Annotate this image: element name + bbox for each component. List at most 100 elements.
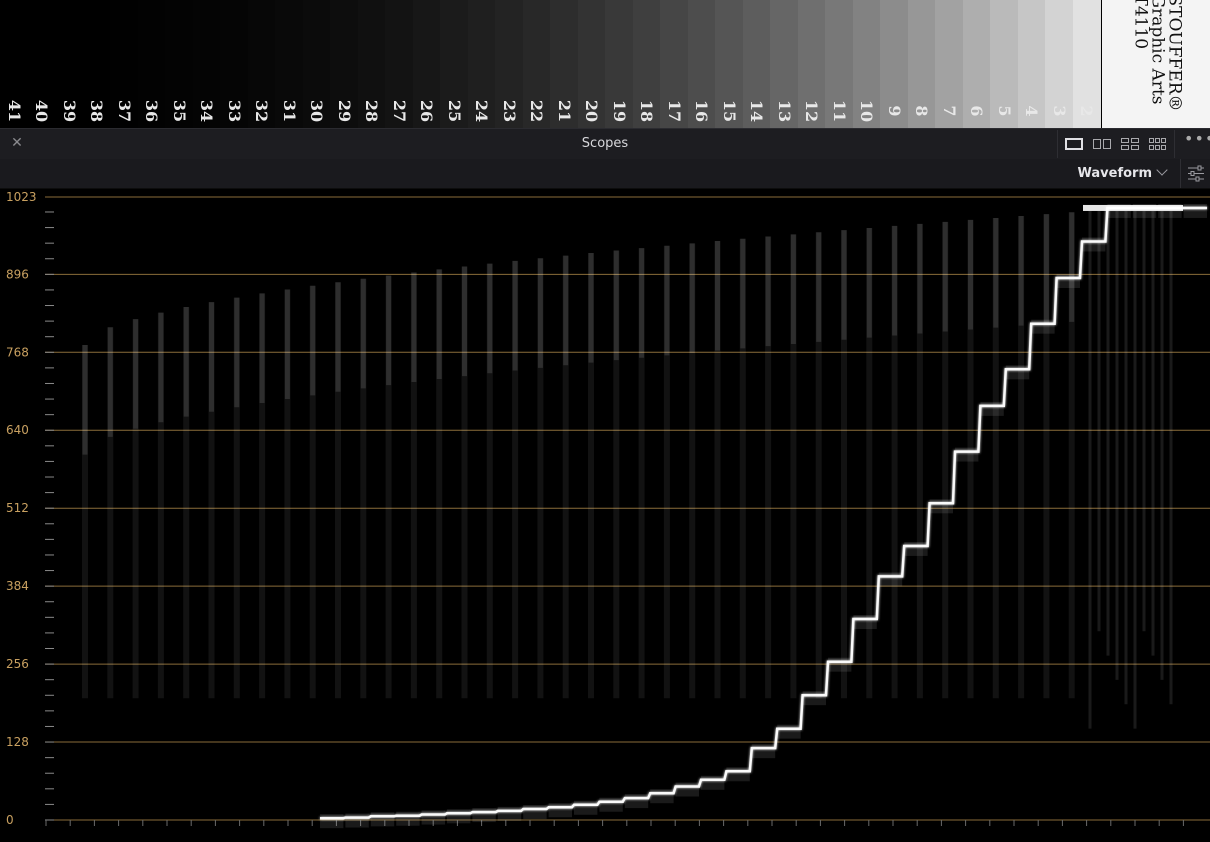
wedge-step: 13 [770,0,799,128]
wedge-step: 6 [962,0,991,128]
step-spread [1005,365,1030,380]
step-spread [599,797,623,812]
wedge-step: 20 [577,0,606,128]
step-spread [1056,273,1080,288]
wedge-step: 35 [165,0,194,128]
wedge-step: 16 [687,0,716,128]
wedge-step-number: 22 [527,99,547,123]
more-options-icon[interactable]: ••• [1184,131,1210,152]
wedge-step: 19 [605,0,634,128]
panel-title: Scopes [581,136,629,151]
wedge-step-number: 39 [59,99,79,123]
wedge-step-number: 15 [719,99,739,123]
wedge-step-number: 17 [664,99,684,123]
step-wedge-label: STOUFFER® Graphic Arts T4110 [1102,0,1210,128]
y-tick-label: 640 [6,423,29,437]
step-spread [802,691,826,706]
wedge-step-number: 21 [554,99,574,123]
wedge-label-line: T4110 [1130,0,1151,50]
wedge-step: 22 [522,0,551,128]
step-spread [777,724,801,739]
wedge-label-line: STOUFFER® [1164,0,1185,112]
wedge-step: 17 [660,0,689,128]
step-spread [523,805,547,820]
step-spread [929,499,953,514]
dual-view-icon[interactable] [1092,136,1112,152]
wedge-step: 27 [385,0,414,128]
wedge-step-number: 18 [637,99,657,123]
wedge-step: 30 [302,0,331,128]
scope-type-dropdown[interactable]: Waveform [1078,164,1168,181]
wedge-step-number: 4 [1022,105,1042,117]
waveform-axis-labels: 1023 896 768 640 512 384 256 128 0 [6,190,37,827]
wedge-step: 21 [550,0,579,128]
wedge-step-number: 9 [884,105,904,117]
wedge-step-number: 6 [967,105,987,117]
wedge-step: 11 [825,0,854,128]
wedge-step-number: 26 [417,99,437,123]
single-view-icon[interactable] [1064,136,1084,152]
wedge-step: 29 [330,0,359,128]
step-spread [751,744,776,759]
waveform-grid [45,196,1210,826]
wedge-step-number: 7 [939,105,959,117]
wedge-step: 26 [412,0,441,128]
wedge-step-number: 31 [279,99,299,123]
wedge-step-number: 10 [857,99,877,123]
wedge-step: 40 [27,0,56,128]
step-spread [345,813,369,828]
step-spread [370,812,395,827]
wedge-step: 8 [907,0,936,128]
wedge-step-number: 36 [142,99,162,123]
wedge-step: 28 [357,0,386,128]
wedge-label-line: Graphic Arts [1147,0,1168,105]
wedge-step: 5 [990,0,1019,128]
wedge-step-number: 27 [389,99,409,123]
step-wedge-strip: 41 40 39 38 37 36 35 34 33 32 31 30 29 28 27 26 25 24 23 22… [0,0,1210,128]
y-tick-label: 1023 [6,190,37,204]
wedge-step-number: 34 [197,99,217,123]
scopes-panel-header: ✕ Scopes ••• [0,128,1210,160]
waveform-plot: 1023 896 768 640 512 384 256 128 0 [6,190,1210,829]
step-spread [1031,319,1055,334]
wedge-step: 33 [220,0,249,128]
step-spread [421,810,445,825]
wedge-step: 36 [137,0,166,128]
wedge-step: 37 [110,0,139,128]
wedge-step-number: 3 [1049,105,1069,117]
scope-settings-icon[interactable] [1180,159,1210,188]
wedge-step-number: 23 [499,99,519,123]
wedge-step-number: 30 [307,99,327,123]
wedge-step: 39 [55,0,84,128]
six-view-icon[interactable] [1148,136,1168,152]
step-spread [675,782,699,797]
scopes-toolbar: Waveform [0,159,1210,189]
wedge-step-number: 8 [912,105,932,117]
wedge-step: 7 [935,0,964,128]
quad-view-icon[interactable] [1120,136,1140,152]
wedge-step: 14 [742,0,771,128]
wedge-step: 18 [632,0,661,128]
y-tick-label: 128 [6,735,29,749]
step-spread [701,775,725,790]
step-spread [878,572,903,587]
wedge-step-number: 12 [802,99,822,123]
wedge-step: 41 [0,0,29,128]
wedge-step-number: 25 [444,99,464,123]
wedge-step: 25 [440,0,469,128]
wedge-step: 4 [1017,0,1046,128]
wedge-step: 31 [275,0,304,128]
wedge-step-number: 2 [1077,105,1097,117]
wedge-step-number: 16 [692,99,712,123]
step-spread [497,806,522,821]
step-spread [624,794,649,809]
step-spread [1082,237,1106,252]
step-spread [574,800,598,815]
step-spread [726,767,750,782]
wedge-step-number: 14 [747,99,767,123]
y-tick-label: 256 [6,657,29,671]
wedge-step-number: 33 [224,99,244,123]
wedge-step-number: 38 [87,99,107,123]
wedge-step-number: 40 [32,99,52,123]
wedge-step-number: 24 [472,99,492,123]
